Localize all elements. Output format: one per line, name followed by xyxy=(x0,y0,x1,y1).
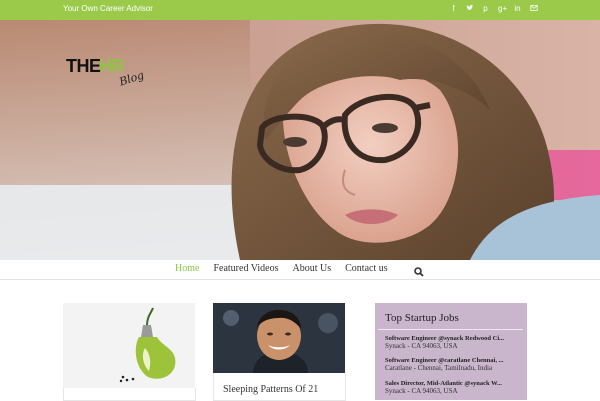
lightbulb-pear-image[interactable] xyxy=(63,303,195,388)
twitter-icon[interactable] xyxy=(466,4,474,13)
logo-the: THE xyxy=(66,56,101,76)
widget-title: Top Startup Jobs xyxy=(385,312,459,324)
nav-item-featured-videos[interactable]: Featured Videos xyxy=(213,263,278,274)
job-title[interactable]: Sales Director, Mid-Atlantic @synack W..… xyxy=(385,380,523,387)
post-title[interactable]: Sleeping Patterns Of 21 xyxy=(223,384,338,395)
facebook-icon[interactable]: f xyxy=(450,4,457,13)
post-card[interactable] xyxy=(63,303,196,401)
job-item[interactable]: Software Engineer @synack Redwood Ci... … xyxy=(385,335,523,350)
google-plus-icon[interactable]: g+ xyxy=(498,4,507,13)
site-logo[interactable]: THE HR Blog xyxy=(66,56,156,96)
site-tagline: Your Own Career Advisor xyxy=(63,4,153,13)
divider xyxy=(378,329,523,330)
job-location: Synack - CA 94063, USA xyxy=(385,342,458,350)
email-icon[interactable] xyxy=(530,4,538,13)
pinterest-icon[interactable]: p xyxy=(482,4,489,13)
top-startup-jobs-widget: Top Startup Jobs Software Engineer @syna… xyxy=(375,303,527,400)
job-item[interactable]: Software Engineer @caratlane Chennai, ..… xyxy=(385,357,523,372)
nav-item-about-us[interactable]: About Us xyxy=(293,263,332,274)
top-bar: Your Own Career Advisor f p g+ in xyxy=(0,0,600,20)
post-card-body xyxy=(63,388,196,401)
job-title[interactable]: Software Engineer @caratlane Chennai, ..… xyxy=(385,357,523,364)
job-title[interactable]: Software Engineer @synack Redwood Ci... xyxy=(385,335,523,342)
job-location: Caratlane - Chennai, Tamilnadu, India xyxy=(385,364,493,372)
social-links: f p g+ in xyxy=(450,4,538,13)
search-icon[interactable] xyxy=(414,264,424,277)
job-item[interactable]: Sales Director, Mid-Atlantic @synack W..… xyxy=(385,380,523,395)
post-card[interactable]: Sleeping Patterns Of 21 xyxy=(213,303,346,401)
job-location: Synack - CA 94063, USA xyxy=(385,387,458,395)
smiling-man-portrait-image[interactable] xyxy=(213,303,345,373)
linkedin-icon[interactable]: in xyxy=(514,4,521,13)
nav-item-contact-us[interactable]: Contact us xyxy=(345,263,388,274)
nav-item-home[interactable]: Home xyxy=(175,263,199,274)
main-nav: Home Featured Videos About Us Contact us xyxy=(0,260,600,280)
logo-hr: HR xyxy=(99,56,125,76)
